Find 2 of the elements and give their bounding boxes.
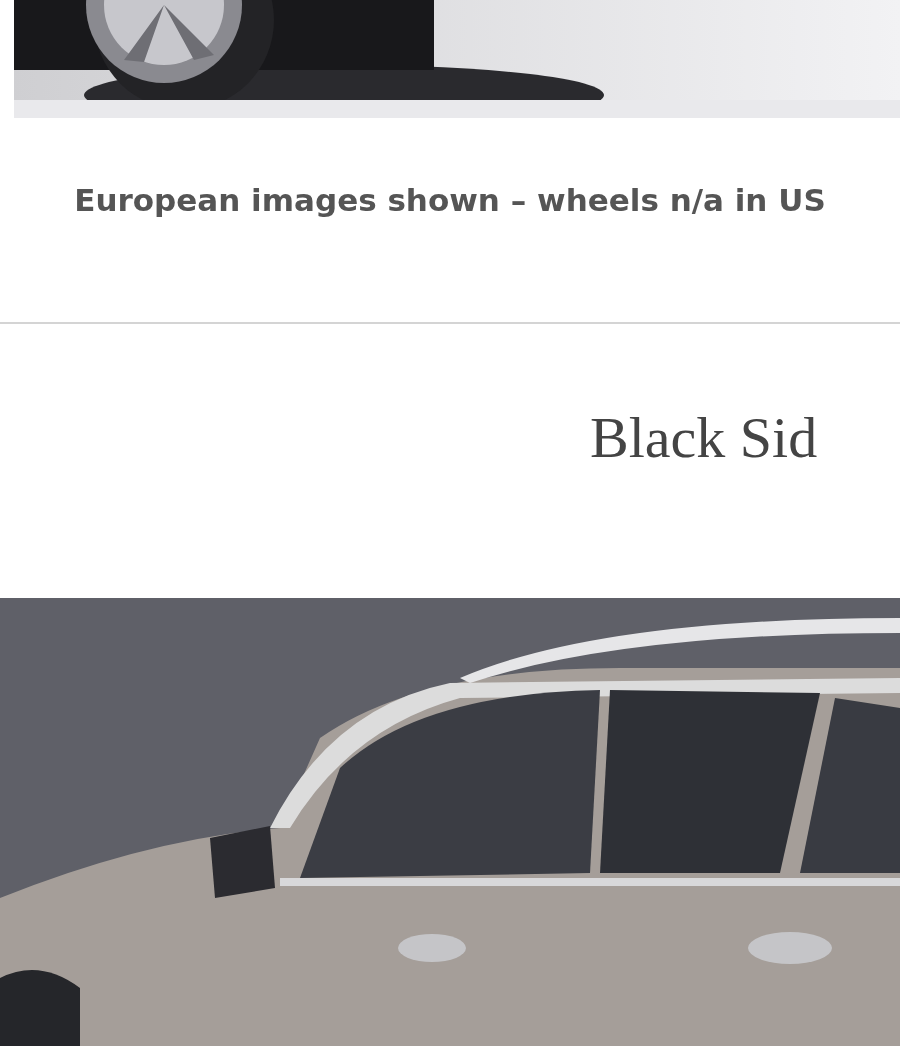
- section-heading: Black Sid: [590, 404, 819, 472]
- caption: European images shown – wheels n/a in US: [74, 181, 826, 220]
